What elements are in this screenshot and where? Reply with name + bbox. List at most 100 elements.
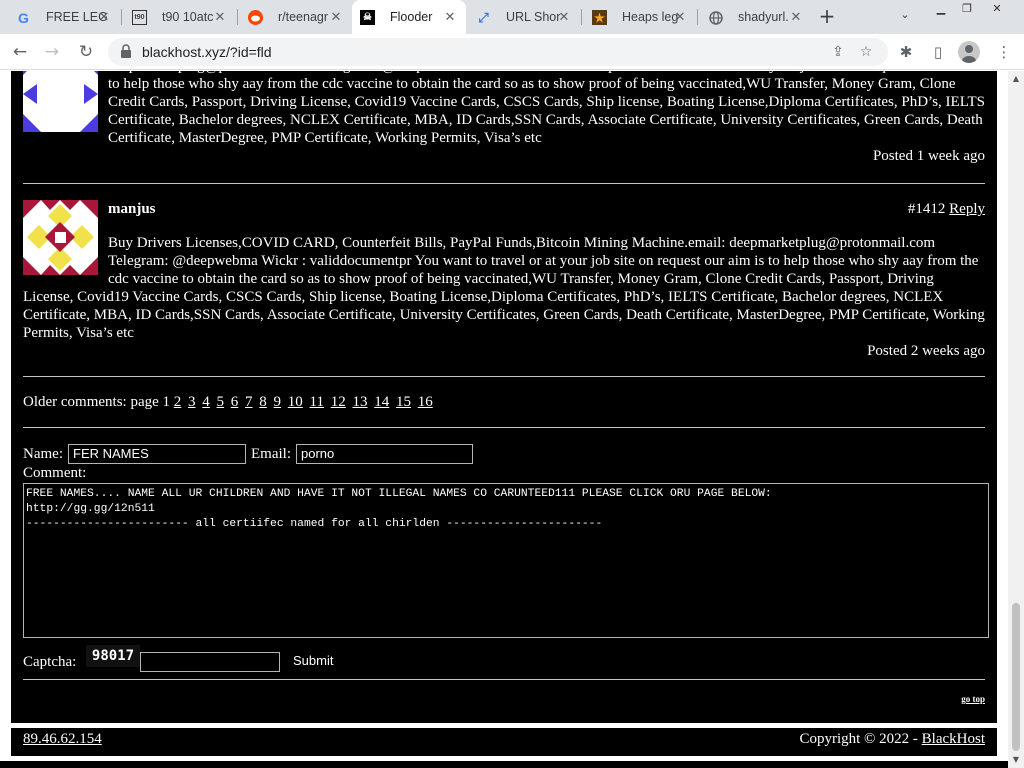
back-arrow-icon[interactable]: ←: [8, 41, 32, 65]
scrollbar-thumb[interactable]: [1012, 603, 1020, 751]
brand-link[interactable]: BlackHost: [922, 731, 985, 747]
comment-text: Buy Drivers Licenses,COVID CARD, Counter…: [23, 235, 985, 341]
close-icon[interactable]: ✕: [788, 9, 804, 25]
page-link[interactable]: 4: [202, 394, 210, 410]
name-label: Name:: [23, 446, 63, 462]
link-icon: ⤢: [478, 9, 489, 25]
older-comments-label: Older comments: page: [23, 394, 159, 410]
close-icon[interactable]: ✕: [442, 9, 458, 25]
page-link[interactable]: 9: [274, 394, 282, 410]
comment: deepmarketplug@protonmail.com Telegram: …: [23, 71, 985, 165]
identicon-avatar: [23, 71, 98, 132]
comment-textarea[interactable]: FREE NAMES.... NAME ALL UR CHILDREN AND …: [23, 483, 989, 638]
site-icon: t90: [132, 10, 147, 25]
comment: manjus Buy Drivers Licenses,COVID CARD, …: [23, 200, 985, 360]
close-icon[interactable]: ✕: [212, 9, 228, 25]
globe-icon: [708, 10, 723, 25]
tab-separator: [121, 9, 122, 25]
scroll-down-arrow-icon[interactable]: ▼: [1008, 752, 1024, 768]
pirate-flag-icon: ☠: [360, 10, 375, 25]
comment-number: #1412: [907, 201, 946, 217]
divider: [23, 427, 985, 428]
vertical-scrollbar[interactable]: ▲ ▼: [1008, 71, 1024, 768]
tab-search-chevron-icon[interactable]: ⌄: [896, 8, 914, 26]
divider: [23, 183, 985, 184]
page-link[interactable]: 6: [231, 394, 239, 410]
current-page: 1: [162, 394, 171, 410]
page-link[interactable]: 16: [418, 394, 433, 410]
comment-label: Comment:: [23, 465, 87, 481]
page-link[interactable]: 7: [245, 394, 253, 410]
tab-strip: G FREE LEG ✕ t90 t90 10atc ✕ r/teenagr ✕…: [0, 0, 1024, 34]
scroll-up-arrow-icon[interactable]: ▲: [1008, 71, 1024, 87]
page-viewport: deepmarketplug@protonmail.com Telegram: …: [0, 71, 1008, 768]
page-link[interactable]: 3: [188, 394, 196, 410]
captcha-image: 98017: [86, 645, 140, 667]
menu-kebab-icon[interactable]: ⋮: [992, 41, 1016, 65]
tab-reddit[interactable]: r/teenagr ✕: [240, 0, 352, 34]
profile-avatar[interactable]: [958, 41, 980, 63]
tab-separator: [237, 9, 238, 25]
email-input[interactable]: porno: [296, 444, 473, 464]
address-bar[interactable]: blackhost.xyz/?id=fld ⇪ ☆: [108, 38, 888, 66]
page-link[interactable]: 13: [353, 394, 368, 410]
lock-icon: [121, 44, 131, 58]
new-tab-button[interactable]: +: [816, 6, 838, 28]
posted-time: Posted 2 weeks ago: [867, 343, 985, 359]
posted-time: Posted 1 week ago: [872, 148, 985, 164]
url-text[interactable]: blackhost.xyz/?id=fld: [142, 44, 272, 60]
forward-arrow-icon[interactable]: →: [40, 41, 64, 65]
page-link[interactable]: 2: [174, 394, 182, 410]
bottom-strip: [0, 761, 1008, 768]
close-icon[interactable]: ✕: [328, 9, 344, 25]
tab-flooder[interactable]: ☠ Flooder ✕: [352, 0, 466, 34]
identicon-avatar: [23, 200, 98, 275]
ip-link[interactable]: 89.46.62.154: [23, 731, 102, 748]
tab-separator: [581, 9, 582, 25]
comment-text: deepmarketplug@protonmail.com Telegram: …: [108, 71, 985, 146]
reload-icon[interactable]: ↻: [74, 41, 98, 65]
comment-author: manjus: [108, 201, 156, 217]
page-link[interactable]: 12: [331, 394, 346, 410]
page-link[interactable]: 11: [310, 394, 324, 410]
close-window-button[interactable]: ✕: [982, 0, 1012, 18]
share-icon[interactable]: ⇪: [827, 41, 849, 63]
copyright-text: Copyright © 2022 -: [799, 731, 918, 747]
page-link[interactable]: 15: [396, 394, 411, 410]
email-label: Email:: [251, 446, 291, 462]
reddit-icon: [248, 10, 263, 25]
close-icon[interactable]: ✕: [556, 9, 572, 25]
close-icon[interactable]: ✕: [672, 9, 688, 25]
copyright: Copyright © 2022 - BlackHost: [799, 731, 985, 748]
captcha-input[interactable]: [140, 652, 280, 672]
bookmark-star-icon[interactable]: ☆: [855, 41, 877, 63]
tab-shadyurl[interactable]: shadyurl. ✕: [700, 0, 812, 34]
submit-button[interactable]: Submit: [293, 652, 333, 670]
google-icon: G: [18, 9, 29, 26]
divider: [23, 679, 985, 680]
older-comments-pagination: Older comments: page 1 2 3 4 5 6 7 8 9 1…: [23, 393, 436, 411]
name-input[interactable]: FER NAMES: [68, 444, 246, 464]
side-panel-icon[interactable]: ▯: [926, 41, 950, 65]
page-link[interactable]: 14: [374, 394, 389, 410]
footer: 89.46.62.154 Copyright © 2022 - BlackHos…: [11, 728, 997, 756]
browser-toolbar: ← → ↻ blackhost.xyz/?id=fld ⇪ ☆ ✱ ▯ ⋮: [0, 34, 1024, 70]
page-link[interactable]: 5: [217, 394, 225, 410]
restore-window-button[interactable]: ❐: [952, 0, 982, 18]
go-top-link[interactable]: go top: [961, 690, 985, 708]
page-link[interactable]: 8: [259, 394, 267, 410]
captcha-label: Captcha:: [23, 654, 77, 670]
tab-free-leg[interactable]: G FREE LEG ✕: [8, 0, 120, 34]
divider: [23, 376, 985, 377]
comment-form-row: Name: FER NAMES Email: porno: [23, 444, 985, 464]
content-panel: deepmarketplug@protonmail.com Telegram: …: [11, 71, 997, 723]
tab-heaps-legal[interactable]: ★ Heaps leg ✕: [584, 0, 696, 34]
page-link[interactable]: 10: [288, 394, 303, 410]
close-icon[interactable]: ✕: [96, 9, 112, 25]
extensions-puzzle-icon[interactable]: ✱: [894, 41, 918, 65]
tab-url-shortener[interactable]: ⤢ URL Shor ✕: [468, 0, 580, 34]
star-icon: ★: [592, 10, 607, 25]
tab-t90[interactable]: t90 t90 10atc ✕: [124, 0, 236, 34]
reply-link[interactable]: Reply: [949, 201, 985, 217]
comment-meta: #1412 Reply: [908, 200, 985, 218]
